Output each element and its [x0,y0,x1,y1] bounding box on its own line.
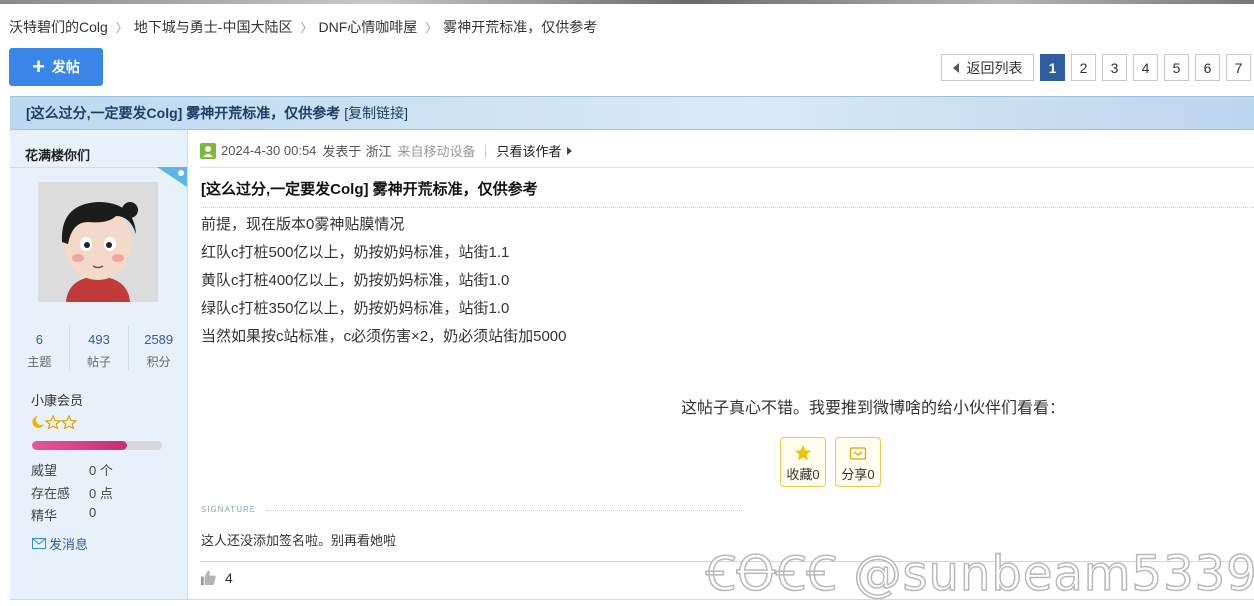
chevron-right-icon: 〉 [115,20,128,35]
stat-label: 主题 [27,355,52,369]
signature-label: SIGNATURE [201,505,257,514]
avatar-image [38,182,158,302]
page-button-3[interactable]: 3 [1102,54,1127,81]
breadcrumb-item-forum[interactable]: DNF心情咖啡屋 [319,17,418,37]
divider [200,167,1254,168]
page-button-1[interactable]: 1 [1040,54,1065,81]
user-rank[interactable]: 小康会员 [31,390,83,409]
pagination: 返回列表 1 2 3 4 5 6 7 [941,54,1251,81]
breadcrumb-item-current: 雾神开荒标准，仅供参考 [443,19,598,35]
info-value: 0 点 [89,486,113,501]
mobile-badge-icon [157,167,187,187]
chevron-right-icon: 〉 [300,20,313,35]
info-digest: 精华 0 [31,505,96,524]
star-icon [793,444,813,462]
thread-title-bar: [这么过分,一定要发Colg] 雾神开荒标准，仅供参考 [复制链接] [10,96,1254,130]
share-icon [848,444,868,462]
post-line: 前提，现在版本0雾神贴膜情况 [201,216,405,233]
post-line: 绿队c打桩350亿以上，奶按奶妈标准，站街1.0 [201,300,510,317]
author-stats: 6 主题 493 帖子 2589 积分 [10,326,188,370]
envelope-icon [32,538,46,549]
caret-right-icon [567,146,573,155]
post-line: 红队c打桩500亿以上，奶按奶妈标准，站街1.1 [201,244,510,261]
page-button-4[interactable]: 4 [1133,54,1158,81]
rank-stars-icon [31,414,79,432]
stat-label: 帖子 [87,355,112,369]
info-prestige: 威望 0 个 [31,460,113,479]
thread-title: [这么过分,一定要发Colg] 雾神开荒标准，仅供参考 [26,105,341,121]
breadcrumb-item-home[interactable]: 沃特碧们的Colg [9,17,108,37]
post-meta: 2024-4-30 00:54 发表于 浙江 来自移动设备 只看该作者 [200,141,573,160]
chevron-right-icon: 〉 [425,20,438,35]
stat-value: 2589 [144,332,174,347]
favorite-label: 收藏0 [786,467,820,482]
divider [485,143,487,158]
stat-threads[interactable]: 6 主题 [10,326,70,370]
thumbs-up-icon [200,570,216,586]
caret-left-icon [952,62,959,73]
info-key: 精华 [31,508,58,523]
stat-credits[interactable]: 2589 积分 [129,326,188,370]
top-banner-image [0,0,1254,4]
online-status-icon [200,142,216,159]
post-line: 当然如果按c站标准，c必须伤害×2，奶必须站街加5000 [201,328,567,345]
author-sidebar: 花满楼你们 6 主题 493 帖子 2589 积分 小康会员 威望 0 个 存在… [10,130,188,600]
send-message-label: 发消息 [49,537,89,552]
post-body: 前提，现在版本0雾神贴膜情况 红队c打桩500亿以上，奶按奶妈标准，站街1.1 … [201,213,566,353]
stat-posts[interactable]: 493 帖子 [70,326,130,370]
send-message-link[interactable]: 发消息 [32,534,88,553]
favorite-button[interactable]: 收藏0 [780,437,826,487]
info-key: 存在感 [31,486,71,501]
posted-in-label: 发表于 [322,144,362,159]
credit-progress-fill [32,441,127,450]
post-date: 2024-4-30 00:54 [221,143,317,158]
credit-progress-bar [32,441,162,450]
post-device: 来自移动设备 [397,144,476,159]
share-label: 分享0 [841,467,875,482]
new-post-label: 发帖 [51,59,80,75]
author-name[interactable]: 花满楼你们 [25,145,90,164]
breadcrumb: 沃特碧们的Colg 〉 地下城与勇士-中国大陆区 〉 DNF心情咖啡屋 〉 雾神… [9,18,597,36]
plus-icon: + [32,54,45,79]
page-button-6[interactable]: 6 [1195,54,1220,81]
divider [201,207,1254,208]
divider [266,510,744,511]
share-prompt: 这帖子真心不错。我要推到微博啥的给小伙伴们看看： [681,400,1066,417]
back-to-list-label: 返回列表 [966,59,1023,76]
post-line: 黄队c打桩400亿以上，奶按奶妈标准，站街1.0 [201,272,510,289]
page-button-2[interactable]: 2 [1071,54,1096,81]
back-to-list-button[interactable]: 返回列表 [941,54,1034,81]
like-count: 4 [225,569,233,586]
stat-label: 积分 [146,355,171,369]
signature-text: 这人还没添加签名啦。别再看她啦 [201,533,397,548]
post-title: [这么过分,一定要发Colg] 雾神开荒标准，仅供参考 [201,181,538,198]
page-button-7[interactable]: 7 [1226,54,1251,81]
like-button[interactable]: 4 [200,569,233,586]
info-presence: 存在感 0 点 [31,483,113,502]
info-key: 威望 [31,463,58,478]
avatar[interactable] [38,182,158,302]
info-value: 0 [89,505,97,520]
stat-value: 493 [88,332,110,347]
stat-value: 6 [35,332,43,347]
copy-link-button[interactable]: [复制链接] [344,103,408,123]
info-value: 0 个 [89,463,113,478]
page-button-5[interactable]: 5 [1164,54,1189,81]
share-button[interactable]: 分享0 [835,437,881,487]
watermark: ꞒꝊꞒꞒ @sunbeam5339 [705,545,1254,603]
breadcrumb-item-region[interactable]: 地下城与勇士-中国大陆区 [134,17,293,37]
post-location: 浙江 [365,144,392,159]
author-only-link[interactable]: 只看该作者 [496,141,561,160]
new-post-button[interactable]: + 发帖 [9,48,103,86]
